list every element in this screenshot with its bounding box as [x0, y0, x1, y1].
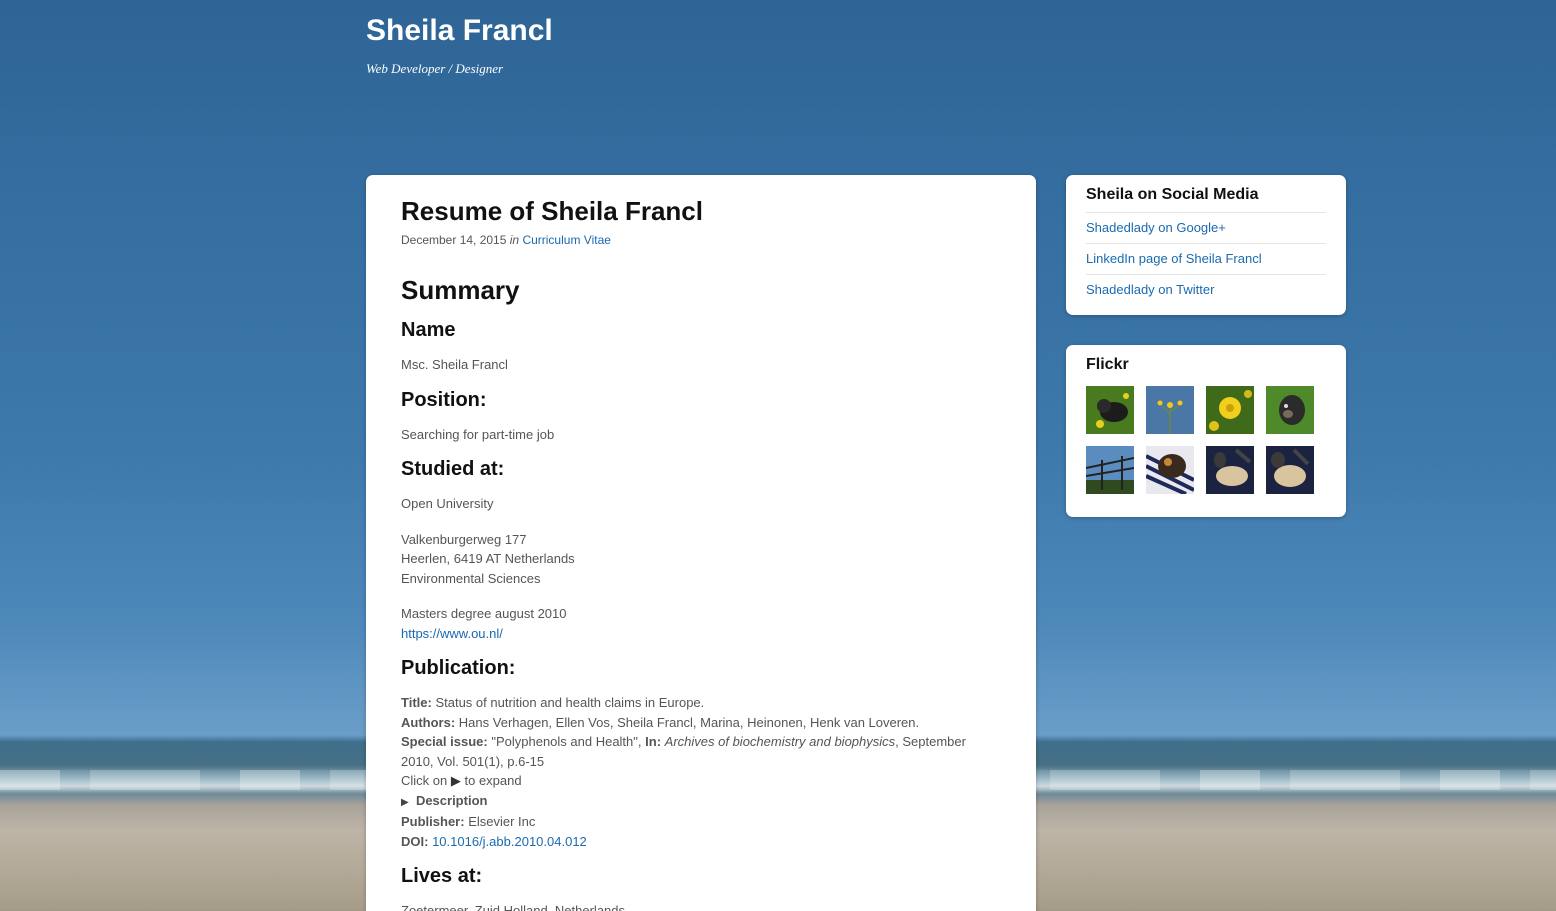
pub-doi-label: DOI: — [401, 833, 429, 849]
address-line-1: Valkenburgerweg 177 — [401, 531, 527, 547]
lives-value: Zoetermeer, Zuid Holland, Netherlands — [401, 903, 626, 911]
social-link-google-plus[interactable]: Shadedlady on Google+ — [1086, 220, 1226, 235]
site-title[interactable]: Sheila Francl — [366, 14, 553, 48]
school-address: Valkenburgerweg 177 Heerlen, 6419 AT Net… — [401, 530, 1001, 589]
address-line-2: Heerlen, 6419 AT Netherlands — [401, 551, 575, 566]
social-widget-title: Sheila on Social Media — [1086, 185, 1326, 213]
post-in-word: in — [509, 233, 520, 247]
pub-click-hint: Click on ▶ to expand — [401, 771, 1001, 791]
flickr-photo-flowers-blue[interactable] — [1146, 386, 1194, 434]
flowers-blue-photo-image — [1146, 386, 1194, 434]
dog-photo-image — [1086, 386, 1134, 434]
play-triangle-icon: ▶ — [450, 773, 461, 788]
pub-special-label: Special issue: — [401, 734, 488, 749]
dog-2-photo-image — [1266, 386, 1314, 434]
pub-in-label: In: — [645, 734, 662, 749]
pub-title-label: Title: — [401, 695, 432, 710]
description-label: Description — [415, 792, 488, 808]
pub-publisher-label: Publisher: — [401, 814, 465, 829]
flickr-photo-fence[interactable] — [1085, 446, 1135, 494]
pub-special-line: Special issue: "Polyphenols and Health",… — [401, 732, 1001, 771]
pub-authors-line: Authors: Hans Verhagen, Ellen Vos, Sheil… — [401, 713, 1001, 733]
position-heading: Position: — [401, 388, 487, 411]
pub-publisher-line: Publisher: Elsevier Inc — [401, 812, 1001, 832]
pub-title-value: Status of nutrition and health claims in… — [435, 695, 705, 710]
flickr-photo-cat[interactable] — [1145, 446, 1195, 496]
pub-publisher-value: Elsevier Inc — [468, 814, 536, 829]
flickr-thumbnails — [1085, 386, 1326, 496]
cat-paws-2-photo-image — [1266, 446, 1314, 494]
flickr-widget: Flickr — [1066, 345, 1346, 517]
pub-special-value: "Polyphenols and Health", — [491, 734, 642, 749]
site-description: Web Developer / Designer — [366, 61, 504, 76]
social-item: LinkedIn page of Sheila Francl — [1086, 244, 1326, 275]
post-title: Resume of Sheila Francl — [401, 196, 703, 226]
doi-link[interactable]: 10.1016/j.abb.2010.04.012 — [432, 834, 587, 849]
site-header: Sheila Francl Web Developer / Designer — [366, 14, 553, 77]
description-toggle[interactable]: ▶ Description — [401, 791, 1001, 813]
category-link[interactable]: Curriculum Vitae — [522, 233, 610, 247]
pub-authors-label: Authors: — [401, 714, 456, 730]
studied-heading: Studied at: — [401, 458, 505, 480]
click-prefix: Click on — [401, 773, 448, 788]
flickr-photo-yellow-flower[interactable] — [1206, 386, 1254, 434]
degree-block: Masters degree august 2010 https://www.o… — [401, 604, 1001, 643]
pub-doi-line: DOI: 10.1016/j.abb.2010.04.012 — [401, 832, 1001, 852]
yellow-flower-photo-image — [1206, 386, 1254, 434]
social-link-linkedin[interactable]: LinkedIn page of Sheila Francl — [1086, 251, 1262, 266]
social-item: Shadedlady on Google+ — [1086, 213, 1326, 244]
name-value: Msc. Sheila Francl — [401, 357, 508, 372]
cat-paws-photo-image — [1206, 446, 1254, 494]
pub-journal: Archives of biochemistry and biophysics — [664, 734, 896, 749]
name-heading: Name — [401, 319, 456, 341]
main-content: Resume of Sheila Francl December 14, 201… — [366, 175, 1036, 911]
click-suffix: to expand — [464, 773, 522, 788]
position-value: Searching for part-time job — [401, 426, 555, 442]
pub-authors-value: Hans Verhagen, Ellen Vos, Sheila Francl,… — [458, 714, 920, 730]
social-link-twitter[interactable]: Shadedlady on Twitter — [1086, 282, 1214, 297]
post-date: December 14, 2015 — [401, 233, 507, 247]
fence-photo-image — [1085, 446, 1135, 494]
cat-photo-image — [1145, 446, 1195, 496]
address-line-3: Environmental Sciences — [401, 570, 541, 586]
publication-details: Title: Status of nutrition and health cl… — [401, 693, 1001, 851]
lives-heading: Lives at: — [401, 865, 483, 887]
school-url-link[interactable]: https://www.ou.nl/ — [401, 626, 503, 641]
studied-school: Open University — [401, 496, 494, 511]
flickr-photo-dog-2[interactable] — [1266, 386, 1314, 434]
social-item: Shadedlady on Twitter — [1086, 275, 1326, 305]
pub-title-line: Title: Status of nutrition and health cl… — [401, 693, 1001, 713]
social-widget: Sheila on Social Media Shadedlady on Goo… — [1066, 175, 1346, 315]
publication-heading: Publication: — [401, 657, 516, 679]
expand-triangle-icon: ▶ — [401, 796, 409, 808]
flickr-widget-title: Flickr — [1086, 356, 1129, 373]
summary-heading: Summary — [401, 275, 520, 305]
flickr-photo-dog[interactable] — [1086, 386, 1134, 434]
degree-text: Masters degree august 2010 — [401, 606, 567, 621]
flickr-photo-cat-paws-2[interactable] — [1266, 446, 1314, 494]
post-meta: December 14, 2015 in Curriculum Vitae — [401, 233, 1001, 247]
flickr-photo-cat-paws[interactable] — [1206, 446, 1254, 494]
